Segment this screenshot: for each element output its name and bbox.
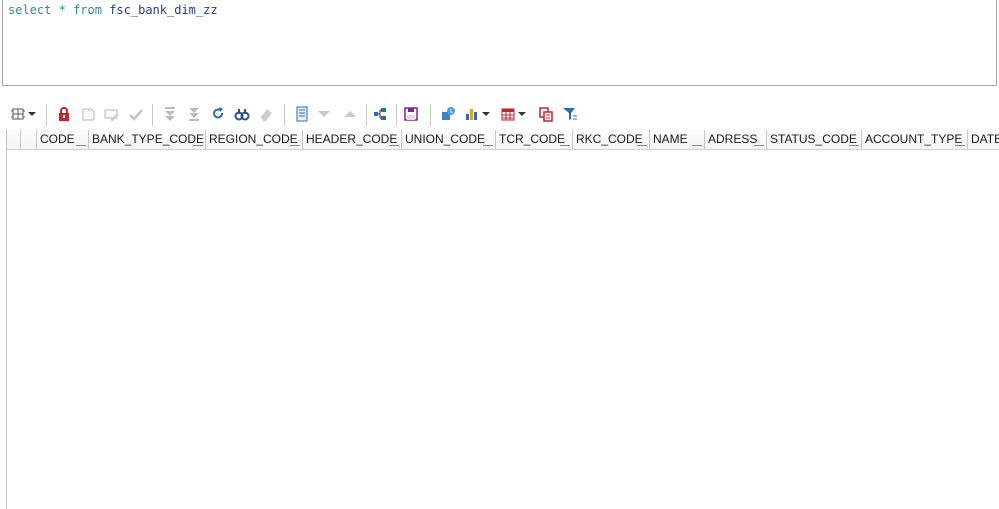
column-label: STATUS_CODE <box>770 132 857 146</box>
grid-options-icon[interactable] <box>8 104 28 124</box>
sort-indicator-icon <box>754 145 764 146</box>
column-label: BANK_TYPE_CODE <box>92 132 205 146</box>
column-header-name[interactable]: NAME <box>650 130 705 149</box>
previous-icon[interactable] <box>340 104 360 124</box>
sort-indicator-icon <box>290 145 300 146</box>
query-info-icon[interactable] <box>438 104 458 124</box>
sql-editor[interactable]: select * from fsc_bank_dim_zz <box>2 0 997 86</box>
toolbar-separator <box>396 104 397 126</box>
row-indicator-header[interactable] <box>7 130 21 149</box>
grid-toolbar <box>6 102 997 127</box>
next-icon[interactable] <box>314 104 334 124</box>
first-record-icon[interactable] <box>160 104 180 124</box>
save-icon[interactable] <box>401 104 421 124</box>
sort-indicator-icon <box>389 145 399 146</box>
sort-indicator-icon <box>637 145 647 146</box>
toolbar-separator <box>366 104 367 126</box>
column-header-header-code[interactable]: HEADER_CODE <box>303 130 402 149</box>
column-label: REGION_CODE <box>209 132 298 146</box>
toolbar-separator <box>430 104 431 126</box>
column-header-union-code[interactable]: UNION_CODE <box>402 130 496 149</box>
column-header-date[interactable]: DATE <box>968 130 999 149</box>
sql-table-name: fsc_bank_dim_zz <box>109 3 218 17</box>
filter-icon[interactable] <box>560 104 580 124</box>
column-header-bank-type-code[interactable]: BANK_TYPE_CODE <box>89 130 206 149</box>
copy-icon[interactable] <box>536 104 556 124</box>
results-grid[interactable]: CODE BANK_TYPE_CODE REGION_CODE HEADER_C… <box>6 130 999 509</box>
splitter[interactable] <box>0 86 999 100</box>
sort-indicator-icon <box>483 145 493 146</box>
sql-keyword-from: from <box>73 3 102 17</box>
column-header-code[interactable]: CODE <box>37 130 89 149</box>
export-grid-icon[interactable] <box>498 104 518 124</box>
sql-text[interactable]: select * from fsc_bank_dim_zz <box>8 3 218 17</box>
chart-icon[interactable] <box>462 104 482 124</box>
column-label: DATE <box>971 132 999 146</box>
sort-indicator-icon <box>849 145 859 146</box>
column-header-rkc-code[interactable]: RKC_CODE <box>573 130 650 149</box>
edit-row-icon[interactable] <box>102 104 122 124</box>
dropdown-arrow-icon[interactable] <box>480 104 492 124</box>
row-indicator-header[interactable] <box>20 130 37 149</box>
sort-indicator-icon <box>692 145 702 146</box>
column-header-tcr-code[interactable]: TCR_CODE <box>496 130 573 149</box>
column-header-region-code[interactable]: REGION_CODE <box>206 130 303 149</box>
column-label: ACCOUNT_TYPE <box>865 132 963 146</box>
toolbar-separator <box>152 104 153 126</box>
lock-icon[interactable] <box>54 104 74 124</box>
new-row-icon[interactable] <box>78 104 98 124</box>
sql-keyword-select: select <box>8 3 52 17</box>
sort-indicator-icon <box>560 145 570 146</box>
column-label: CODE <box>40 132 75 146</box>
column-header-account-type[interactable]: ACCOUNT_TYPE <box>862 130 968 149</box>
toolbar-separator <box>284 104 285 126</box>
column-label: RKC_CODE <box>576 132 643 146</box>
sql-star: * <box>58 3 66 17</box>
dropdown-arrow-icon[interactable] <box>516 104 528 124</box>
relations-icon[interactable] <box>370 104 390 124</box>
column-label: HEADER_CODE <box>306 132 398 146</box>
dropdown-arrow-icon[interactable] <box>26 104 38 124</box>
toolbar-separator <box>46 104 47 126</box>
sort-indicator-icon <box>193 145 203 146</box>
column-label: UNION_CODE <box>405 132 486 146</box>
check-icon[interactable] <box>126 104 146 124</box>
sort-indicator-icon <box>76 145 86 146</box>
column-label: TCR_CODE <box>499 132 566 146</box>
column-header-adress[interactable]: ADRESS <box>705 130 767 149</box>
single-record-view-icon[interactable] <box>292 104 312 124</box>
sort-indicator-icon <box>955 145 965 146</box>
column-header-status-code[interactable]: STATUS_CODE <box>767 130 862 149</box>
grid-header: CODE BANK_TYPE_CODE REGION_CODE HEADER_C… <box>7 130 999 150</box>
refresh-icon[interactable] <box>208 104 228 124</box>
column-label: NAME <box>653 132 688 146</box>
clear-icon[interactable] <box>256 104 276 124</box>
find-icon[interactable] <box>232 104 252 124</box>
column-label: ADRESS <box>708 132 758 146</box>
last-record-icon[interactable] <box>184 104 204 124</box>
